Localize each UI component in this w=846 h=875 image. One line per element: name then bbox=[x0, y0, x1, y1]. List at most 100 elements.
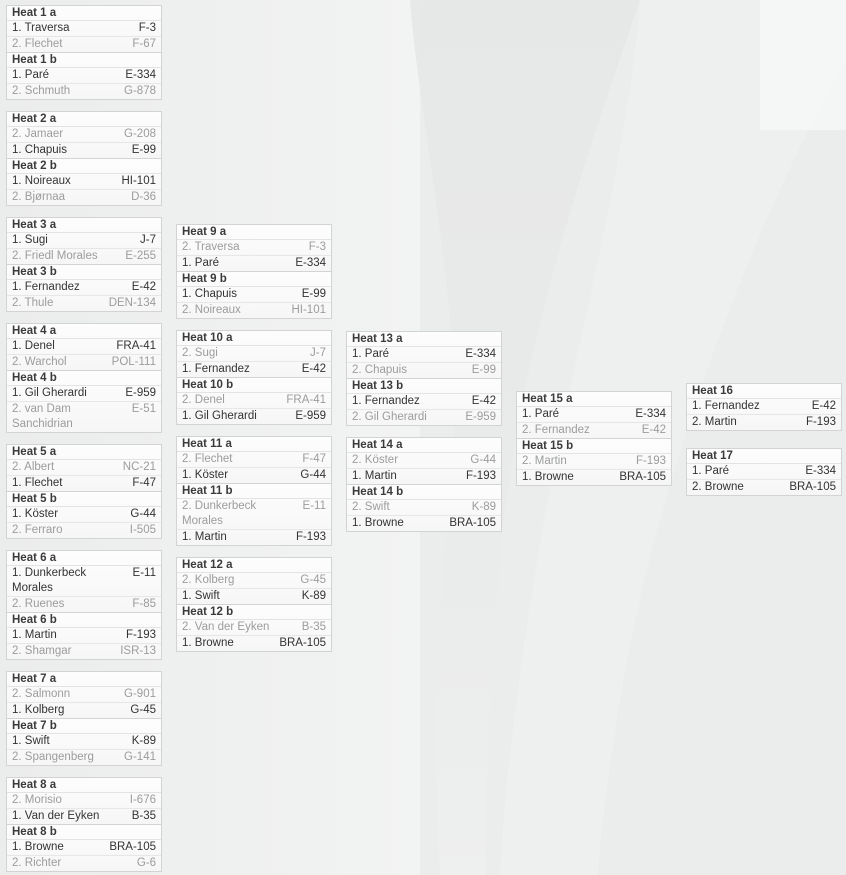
heat-entry[interactable]: 1. Van der Eyken B-35 bbox=[7, 809, 161, 824]
heat-box[interactable]: Heat 7 b 1. Swift K-89 2. Spangenberg G-141 bbox=[6, 719, 162, 766]
heat-box[interactable]: Heat 13 b 1. Fernandez E-42 2. Gil Gherardi… bbox=[346, 379, 502, 426]
heat-entry[interactable]: 2. Thule DEN-134 bbox=[7, 296, 161, 311]
heat-entry[interactable]: 1. Martin F-193 bbox=[347, 469, 501, 484]
heat-entry[interactable]: 1. Fernandez E-42 bbox=[7, 280, 161, 296]
heat-title: Heat 11 a bbox=[177, 437, 331, 452]
heat-box[interactable]: Heat 16 1. Fernandez E-42 2. Martin F-193 bbox=[686, 383, 842, 431]
heat-box[interactable]: Heat 14 b 2. Swift K-89 1. Browne BRA-105 bbox=[346, 485, 502, 532]
heat-entry[interactable]: 2. Flechet F-67 bbox=[7, 37, 161, 52]
heat-box[interactable]: Heat 8 b 1. Browne BRA-105 2. Richter G-6 bbox=[6, 825, 162, 872]
heat-entry[interactable]: 1. Swift K-89 bbox=[7, 734, 161, 750]
heat-entry[interactable]: 2. Jamaer G-208 bbox=[7, 127, 161, 143]
heat-entry[interactable]: 1. Paré E-334 bbox=[687, 464, 841, 480]
heat-entry[interactable]: 1. Noireaux HI-101 bbox=[7, 174, 161, 190]
heat-box[interactable]: Heat 15 b 2. Martin F-193 1. Browne BRA-105 bbox=[516, 439, 672, 486]
heat-box[interactable]: Heat 4 b 1. Gil Gherardi E-959 2. van Dam S… bbox=[6, 371, 162, 433]
heat-box[interactable]: Heat 2 a 2. Jamaer G-208 1. Chapuis E-99 bbox=[6, 111, 162, 159]
heat-entry[interactable]: 2. Gil Gherardi E-959 bbox=[347, 410, 501, 425]
heat-entry[interactable]: 1. Paré E-334 bbox=[517, 407, 671, 423]
heat-entry[interactable]: 2. Browne BRA-105 bbox=[687, 480, 841, 495]
heat-entry[interactable]: 2. Köster G-44 bbox=[347, 453, 501, 469]
heat-entry[interactable]: 1. Paré E-334 bbox=[177, 256, 331, 271]
heat-box[interactable]: Heat 8 a 2. Morisio I-676 1. Van der Eyken B… bbox=[6, 777, 162, 825]
heat-entry[interactable]: 2. Van der Eyken B-35 bbox=[177, 620, 331, 636]
heat-entry[interactable]: 1. Flechet F-47 bbox=[7, 476, 161, 491]
heat-entry[interactable]: 2. Ferraro I-505 bbox=[7, 523, 161, 538]
heat-entry[interactable]: 1. Köster G-44 bbox=[177, 468, 331, 483]
heat-entry[interactable]: 1. Sugi J-7 bbox=[7, 233, 161, 249]
heat-entry[interactable]: 2. Sugi J-7 bbox=[177, 346, 331, 362]
heat-box[interactable]: Heat 9 a 2. Traversa F-3 1. Paré E-334 bbox=[176, 224, 332, 272]
heat-box[interactable]: Heat 1 b 1. Paré E-334 2. Schmuth G-878 bbox=[6, 53, 162, 100]
heat-entry[interactable]: 2. Albert NC-21 bbox=[7, 460, 161, 476]
sail-number: DEN-134 bbox=[108, 297, 156, 309]
heat-box[interactable]: Heat 10 a 2. Sugi J-7 1. Fernandez E-42 bbox=[176, 330, 332, 378]
heat-box[interactable]: Heat 11 a 2. Flechet F-47 1. Köster G-44 bbox=[176, 436, 332, 484]
competitor-name: 1. Fernandez bbox=[12, 281, 80, 293]
heat-entry[interactable]: 1. Browne BRA-105 bbox=[177, 636, 331, 651]
heat-box[interactable]: Heat 6 a 1. Dunkerbeck Morales E-11 2. Ruen… bbox=[6, 550, 162, 613]
heat-entry[interactable]: 2. Salmonn G-901 bbox=[7, 687, 161, 703]
competitor-name: 1. Fernandez bbox=[182, 363, 250, 375]
heat-box[interactable]: Heat 1 a 1. Traversa F-3 2. Flechet F-67 bbox=[6, 5, 162, 53]
heat-entry[interactable]: 1. Paré E-334 bbox=[347, 347, 501, 363]
heat-entry[interactable]: 2. Morisio I-676 bbox=[7, 793, 161, 809]
heat-entry[interactable]: 2. Flechet F-47 bbox=[177, 452, 331, 468]
heat-entry[interactable]: 1. Browne BRA-105 bbox=[517, 470, 671, 485]
heat-entry[interactable]: 1. Gil Gherardi E-959 bbox=[7, 386, 161, 402]
heat-entry[interactable]: 2. Spangenberg G-141 bbox=[7, 750, 161, 765]
heat-entry[interactable]: 1. Paré E-334 bbox=[7, 68, 161, 84]
heat-entry[interactable]: 1. Denel FRA-41 bbox=[7, 339, 161, 355]
heat-entry[interactable]: 1. Swift K-89 bbox=[177, 589, 331, 604]
heat-entry[interactable]: 2. Martin F-193 bbox=[687, 415, 841, 430]
heat-box[interactable]: Heat 4 a 1. Denel FRA-41 2. Warchol POL-111 bbox=[6, 323, 162, 371]
heat-entry[interactable]: 2. Schmuth G-878 bbox=[7, 84, 161, 99]
heat-entry[interactable]: 1. Gil Gherardi E-959 bbox=[177, 409, 331, 424]
heat-entry[interactable]: 1. Martin F-193 bbox=[177, 530, 331, 545]
heat-entry[interactable]: 1. Köster G-44 bbox=[7, 507, 161, 523]
heat-box[interactable]: Heat 13 a 1. Paré E-334 2. Chapuis E-99 bbox=[346, 331, 502, 379]
heat-box[interactable]: Heat 3 a 1. Sugi J-7 2. Friedl Morales E-255 bbox=[6, 217, 162, 265]
heat-box[interactable]: Heat 2 b 1. Noireaux HI-101 2. Bjørnaa D-36 bbox=[6, 159, 162, 206]
heat-entry[interactable]: 1. Martin F-193 bbox=[7, 628, 161, 644]
heat-box[interactable]: Heat 14 a 2. Köster G-44 1. Martin F-193 bbox=[346, 437, 502, 485]
heat-entry[interactable]: 1. Chapuis E-99 bbox=[177, 287, 331, 303]
heat-entry[interactable]: 1. Dunkerbeck Morales E-11 bbox=[7, 566, 161, 597]
heat-entry[interactable]: 2. Ruenes F-85 bbox=[7, 597, 161, 612]
heat-entry[interactable]: 2. Friedl Morales E-255 bbox=[7, 249, 161, 264]
heat-entry[interactable]: 1. Chapuis E-99 bbox=[7, 143, 161, 158]
heat-entry[interactable]: 2. Traversa F-3 bbox=[177, 240, 331, 256]
heat-box[interactable]: Heat 5 b 1. Köster G-44 2. Ferraro I-505 bbox=[6, 492, 162, 539]
heat-entry[interactable]: 1. Fernandez E-42 bbox=[687, 399, 841, 415]
heat-entry[interactable]: 2. Noireaux HI-101 bbox=[177, 303, 331, 318]
heat-box[interactable]: Heat 6 b 1. Martin F-193 2. Shamgar ISR-13 bbox=[6, 613, 162, 660]
heat-entry[interactable]: 1. Fernandez E-42 bbox=[177, 362, 331, 377]
heat-box[interactable]: Heat 17 1. Paré E-334 2. Browne BRA-105 bbox=[686, 448, 842, 496]
heat-entry[interactable]: 2. van Dam Sanchidrian E-51 bbox=[7, 402, 161, 432]
heat-box[interactable]: Heat 9 b 1. Chapuis E-99 2. Noireaux HI-101 bbox=[176, 272, 332, 319]
heat-entry[interactable]: 2. Bjørnaa D-36 bbox=[7, 190, 161, 205]
heat-entry[interactable]: 1. Browne BRA-105 bbox=[347, 516, 501, 531]
heat-entry[interactable]: 2. Fernandez E-42 bbox=[517, 423, 671, 438]
heat-entry[interactable]: 2. Kolberg G-45 bbox=[177, 573, 331, 589]
heat-box[interactable]: Heat 11 b 2. Dunkerbeck Morales E-11 1. Mar… bbox=[176, 484, 332, 546]
heat-box[interactable]: Heat 12 a 2. Kolberg G-45 1. Swift K-89 bbox=[176, 557, 332, 605]
heat-entry[interactable]: 2. Martin F-193 bbox=[517, 454, 671, 470]
heat-box[interactable]: Heat 5 a 2. Albert NC-21 1. Flechet F-47 bbox=[6, 444, 162, 492]
heat-box[interactable]: Heat 15 a 1. Paré E-334 2. Fernandez E-42 bbox=[516, 391, 672, 439]
heat-entry[interactable]: 2. Denel FRA-41 bbox=[177, 393, 331, 409]
heat-entry[interactable]: 2. Dunkerbeck Morales E-11 bbox=[177, 499, 331, 530]
heat-entry[interactable]: 2. Warchol POL-111 bbox=[7, 355, 161, 370]
heat-box[interactable]: Heat 12 b 2. Van der Eyken B-35 1. Browne BR… bbox=[176, 605, 332, 652]
heat-entry[interactable]: 2. Richter G-6 bbox=[7, 856, 161, 871]
heat-entry[interactable]: 1. Traversa F-3 bbox=[7, 21, 161, 37]
heat-entry[interactable]: 2. Chapuis E-99 bbox=[347, 363, 501, 378]
heat-entry[interactable]: 1. Fernandez E-42 bbox=[347, 394, 501, 410]
heat-entry[interactable]: 2. Shamgar ISR-13 bbox=[7, 644, 161, 659]
heat-entry[interactable]: 2. Swift K-89 bbox=[347, 500, 501, 516]
heat-box[interactable]: Heat 10 b 2. Denel FRA-41 1. Gil Gherardi E-… bbox=[176, 378, 332, 425]
heat-box[interactable]: Heat 3 b 1. Fernandez E-42 2. Thule DEN-134 bbox=[6, 265, 162, 312]
heat-entry[interactable]: 1. Kolberg G-45 bbox=[7, 703, 161, 718]
heat-box[interactable]: Heat 7 a 2. Salmonn G-901 1. Kolberg G-45 bbox=[6, 671, 162, 719]
heat-entry[interactable]: 1. Browne BRA-105 bbox=[7, 840, 161, 856]
